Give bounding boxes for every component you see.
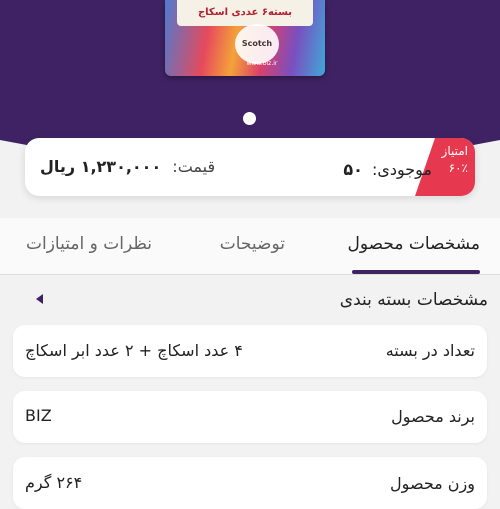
price-value: ۱,۲۳۰,۰۰۰ ریال: [40, 157, 162, 176]
price-info: قیمت: ۱,۲۳۰,۰۰۰ ریال: [40, 157, 215, 176]
price-label: قیمت:: [172, 157, 216, 176]
stock-info: موجودی: ۵۰: [343, 160, 432, 179]
tab-description[interactable]: توضیحات: [220, 234, 285, 254]
carousel-indicator-dot[interactable]: [243, 112, 256, 125]
active-tab-indicator: [352, 270, 480, 274]
spec-value: ۲۶۴ گرم: [25, 473, 83, 492]
product-tabs: مشخصات محصول توضیحات نظرات و امتیازات: [0, 218, 500, 275]
spec-key: وزن محصول: [390, 474, 475, 493]
tab-product-specs[interactable]: مشخصات محصول: [347, 234, 480, 254]
spec-value: ۴ عدد اسکاچ + ۲ عدد ابر اسکاچ: [25, 341, 243, 360]
stock-value: ۵۰: [343, 160, 363, 179]
rating-label: امتیاز: [441, 144, 468, 158]
stock-label: موجودی:: [371, 160, 432, 179]
collapse-caret-icon[interactable]: [36, 294, 43, 304]
spec-row: تعداد در بسته ۴ عدد اسکاچ + ۲ عدد ابر اس…: [13, 325, 487, 377]
packaging-section-header[interactable]: مشخصات بسته بندی: [12, 288, 488, 314]
product-site-text: www.biz.ir: [246, 60, 278, 67]
spec-row: وزن محصول ۲۶۴ گرم: [13, 457, 487, 509]
spec-key: برند محصول: [391, 407, 475, 426]
spec-key: تعداد در بسته: [385, 341, 475, 360]
product-info-card: امتیاز ۶۰٪ موجودی: ۵۰ قیمت: ۱,۲۳۰,۰۰۰ ری…: [25, 138, 475, 196]
spec-value: BIZ: [25, 406, 52, 425]
product-image[interactable]: بسته۶ عددی اسکاج Scotch www.biz.ir: [165, 0, 325, 76]
tab-reviews[interactable]: نظرات و امتیازات: [26, 234, 152, 254]
section-title: مشخصات بسته بندی: [339, 290, 488, 310]
product-package-label: بسته۶ عددی اسکاج: [177, 0, 313, 26]
spec-row: برند محصول BIZ: [13, 391, 487, 443]
rating-value: ۶۰٪: [448, 161, 468, 175]
product-logo: Scotch: [235, 24, 279, 64]
